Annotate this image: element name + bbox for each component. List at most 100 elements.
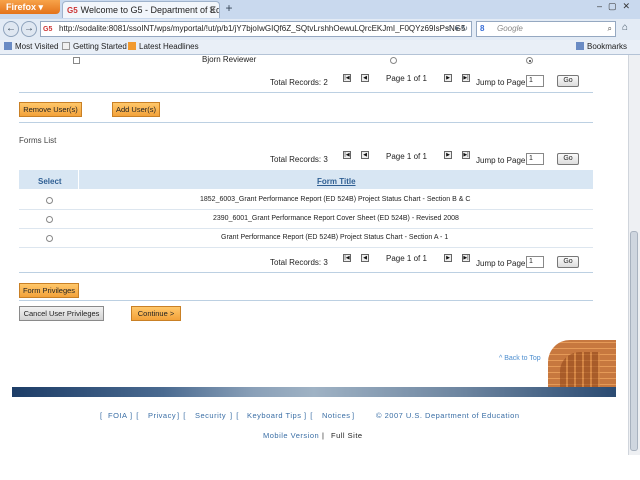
back-to-top-link[interactable]: ^ Back to Top — [499, 355, 541, 362]
users-total-records: Total Records: 2 — [270, 78, 328, 87]
footer-bracket: ] [ — [230, 411, 239, 420]
footer-bracket: ] — [352, 411, 355, 420]
first-page-icon[interactable]: |◀ — [343, 254, 351, 262]
first-page-icon[interactable]: |◀ — [343, 151, 351, 159]
g5-favicon-icon: G5 — [67, 6, 78, 15]
bookmarks-icon — [576, 42, 584, 50]
user-radio-off[interactable] — [390, 57, 397, 64]
forms-list-title: Forms List — [19, 136, 57, 145]
column-divider — [78, 170, 79, 189]
forms-jump-input[interactable]: 1 — [526, 153, 544, 165]
form-title-column-header[interactable]: Form Title — [317, 177, 356, 186]
footer-copyright: © 2007 U.S. Department of Education — [376, 411, 520, 420]
site-identity-icon: G5 — [43, 26, 53, 33]
browser-tab[interactable]: G5Welcome to G5 - Department of Educati.… — [62, 1, 220, 18]
prev-page-icon[interactable]: ◀ — [361, 254, 369, 262]
firefox-menu-button[interactable]: Firefox ▾ — [0, 0, 60, 14]
forms-bottom-jump-input[interactable]: 1 — [526, 256, 544, 268]
remove-users-button[interactable]: Remove User(s) — [19, 102, 82, 117]
window-controls[interactable]: –▢✕ — [597, 1, 636, 12]
form-select-radio[interactable] — [46, 197, 53, 204]
forward-arrow-icon[interactable]: → — [21, 21, 37, 37]
form-title-cell: Grant Performance Report (ED 524B) Proje… — [221, 234, 449, 241]
last-page-icon[interactable]: ▶| — [462, 74, 470, 82]
bookmark-label: Most Visited — [15, 42, 59, 51]
close-tab-icon[interactable]: ✕ — [208, 2, 216, 18]
search-placeholder: Google — [497, 24, 523, 33]
footer-bracket: ] [ — [304, 411, 313, 420]
bookmarks-menu[interactable]: Bookmarks — [576, 40, 627, 54]
footer-separator: | — [322, 431, 324, 440]
forms-jump-label: Jump to Page — [476, 156, 526, 165]
footer-bracket: ] [ — [130, 411, 139, 420]
divider — [19, 122, 593, 123]
search-icon[interactable]: ⌕ — [608, 22, 612, 36]
first-page-icon[interactable]: |◀ — [343, 74, 351, 82]
forms-total-records: Total Records: 3 — [270, 155, 328, 164]
bookmark-label: Latest Headlines — [139, 42, 199, 51]
forms-bottom-total-records: Total Records: 3 — [270, 258, 328, 267]
next-page-icon[interactable]: ▶ — [444, 74, 452, 82]
rss-feed-icon — [128, 42, 136, 50]
bookmark-getting-started[interactable]: Getting Started — [62, 40, 127, 54]
bookmark-label: Getting Started — [73, 42, 127, 51]
users-jump-label: Jump to Page — [476, 78, 526, 87]
last-page-icon[interactable]: ▶| — [462, 151, 470, 159]
select-column-header: Select — [38, 177, 62, 186]
user-checkbox[interactable] — [73, 57, 80, 64]
continue-button[interactable]: Continue > — [131, 306, 181, 321]
forms-bottom-jump-label: Jump to Page — [476, 259, 526, 268]
url-text: http://sodalite:8081/ssoINT/wps/myportal… — [59, 24, 466, 33]
users-go-button[interactable]: Go — [557, 75, 579, 87]
bookmark-folder-icon — [4, 42, 12, 50]
divider — [19, 272, 593, 273]
forms-go-button[interactable]: Go — [557, 153, 579, 165]
footer-mobile-version-link[interactable]: Mobile Version — [263, 431, 319, 440]
form-privileges-button[interactable]: Form Privileges — [19, 283, 79, 298]
next-page-icon[interactable]: ▶ — [444, 254, 452, 262]
tab-title: Welcome to G5 - Department of Educati... — [80, 5, 220, 15]
footer-link-foia[interactable]: FOIA — [108, 411, 128, 420]
footer-link-privacy[interactable]: Privacy — [148, 411, 176, 420]
footer-bracket: ] [ — [177, 411, 186, 420]
new-tab-icon[interactable]: + — [222, 2, 236, 16]
users-page-label: Page 1 of 1 — [386, 74, 427, 83]
user-radio-on[interactable] — [526, 57, 533, 64]
footer-bracket: [ — [100, 411, 103, 420]
search-bar[interactable]: 8 Google ⌕ — [476, 21, 616, 37]
user-name: Bjorn Reviewer — [202, 55, 257, 64]
footer-full-site: Full Site — [331, 431, 363, 440]
next-page-icon[interactable]: ▶ — [444, 151, 452, 159]
prev-page-icon[interactable]: ◀ — [361, 74, 369, 82]
cancel-user-privileges-button[interactable]: Cancel User Privileges — [19, 306, 104, 321]
address-bar[interactable]: G5 http://sodalite:8081/ssoINT/wps/mypor… — [40, 21, 472, 37]
forms-table-header — [19, 170, 593, 189]
bookmarks-menu-label: Bookmarks — [587, 42, 628, 51]
form-select-radio[interactable] — [46, 216, 53, 223]
form-select-radio[interactable] — [46, 235, 53, 242]
forms-bottom-page-label: Page 1 of 1 — [386, 254, 427, 263]
divider — [19, 300, 593, 301]
scrollbar-thumb[interactable] — [630, 231, 638, 451]
bookmark-latest-headlines[interactable]: Latest Headlines — [128, 40, 199, 54]
divider — [19, 92, 593, 93]
home-icon[interactable]: ⌂ — [622, 22, 628, 33]
google-icon: 8 — [480, 24, 485, 33]
page-icon — [62, 42, 70, 50]
forms-page-label: Page 1 of 1 — [386, 152, 427, 161]
last-page-icon[interactable]: ▶| — [462, 254, 470, 262]
footer-link-security[interactable]: Security — [195, 411, 226, 420]
add-users-button[interactable]: Add User(s) — [112, 102, 160, 117]
bookmark-most-visited[interactable]: Most Visited — [4, 40, 58, 54]
footer-link-keyboard-tips[interactable]: Keyboard Tips — [247, 411, 301, 420]
form-title-cell: 2390_6001_Grant Performance Report Cover… — [213, 215, 459, 222]
users-jump-input[interactable]: 1 — [526, 75, 544, 87]
prev-page-icon[interactable]: ◀ — [361, 151, 369, 159]
back-arrow-icon[interactable]: ← — [3, 21, 19, 37]
forms-bottom-go-button[interactable]: Go — [557, 256, 579, 268]
form-title-cell: 1852_6003_Grant Performance Report (ED 5… — [200, 196, 471, 203]
footer-link-notices[interactable]: Notices — [322, 411, 351, 420]
brick-shadow-image — [560, 352, 600, 390]
footer-banner — [12, 387, 616, 397]
reload-icon[interactable]: ☆ ▾ ↻ — [446, 22, 468, 36]
